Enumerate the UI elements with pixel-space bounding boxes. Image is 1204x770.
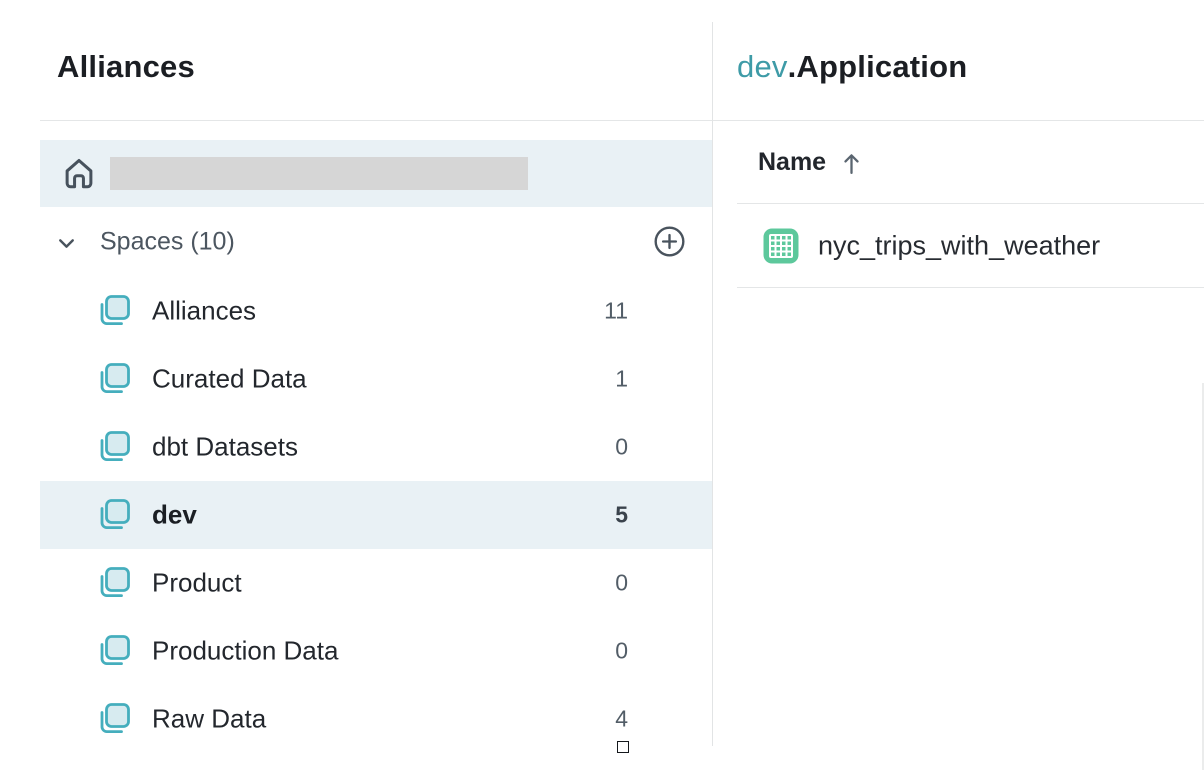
space-item-product[interactable]: Product 0 xyxy=(40,549,712,617)
space-item-label: Alliances xyxy=(152,296,256,327)
spaces-section-label: Spaces (10) xyxy=(100,228,235,257)
space-item-dev[interactable]: dev 5 xyxy=(40,481,712,549)
breadcrumb: dev.Application xyxy=(737,50,967,84)
space-item-count: 11 xyxy=(604,298,628,325)
space-icon xyxy=(95,292,133,330)
space-item-raw-data[interactable]: Raw Data 4 xyxy=(40,685,712,753)
spaces-section-header: Spaces (10) xyxy=(40,218,712,266)
space-icon xyxy=(95,428,133,466)
dataset-table-icon xyxy=(761,226,801,266)
space-item-count: 1 xyxy=(615,366,628,393)
chevron-down-icon[interactable] xyxy=(54,231,79,256)
column-header-name[interactable]: Name xyxy=(758,121,861,203)
space-item-curated-data[interactable]: Curated Data 1 xyxy=(40,345,712,413)
space-icon xyxy=(95,564,133,602)
sidebar-title: Alliances xyxy=(57,50,195,84)
table-row-divider xyxy=(737,287,1204,288)
home-label-redacted xyxy=(110,157,528,190)
breadcrumb-space-link[interactable]: dev xyxy=(737,49,788,84)
space-icon xyxy=(95,700,133,738)
cursor-artifact-square xyxy=(617,741,629,753)
space-item-count: 0 xyxy=(615,434,628,461)
dataset-name: nyc_trips_with_weather xyxy=(818,230,1100,261)
panel-divider xyxy=(712,22,713,746)
space-icon xyxy=(95,632,133,670)
space-icon xyxy=(95,360,133,398)
home-item[interactable] xyxy=(40,140,712,207)
home-icon xyxy=(60,152,98,194)
space-item-label: dev xyxy=(152,500,197,531)
dataset-row[interactable]: nyc_trips_with_weather xyxy=(737,204,1204,287)
space-item-alliances[interactable]: Alliances 11 xyxy=(40,277,712,345)
add-space-button[interactable] xyxy=(653,225,686,258)
space-item-label: dbt Datasets xyxy=(152,432,298,463)
space-item-dbt-datasets[interactable]: dbt Datasets 0 xyxy=(40,413,712,481)
space-icon xyxy=(95,496,133,534)
space-item-production-data[interactable]: Production Data 0 xyxy=(40,617,712,685)
arrow-up-icon xyxy=(842,151,861,176)
space-item-label: Production Data xyxy=(152,636,338,667)
breadcrumb-entity: Application xyxy=(796,49,967,84)
space-item-count: 0 xyxy=(615,570,628,597)
column-header-label: Name xyxy=(758,148,826,177)
space-item-label: Raw Data xyxy=(152,704,266,735)
sidebar-header-divider xyxy=(40,120,712,121)
space-item-label: Product xyxy=(152,568,242,599)
space-item-count: 0 xyxy=(615,638,628,665)
space-item-count: 4 xyxy=(615,706,628,733)
space-item-count: 5 xyxy=(615,502,628,529)
space-item-label: Curated Data xyxy=(152,364,307,395)
